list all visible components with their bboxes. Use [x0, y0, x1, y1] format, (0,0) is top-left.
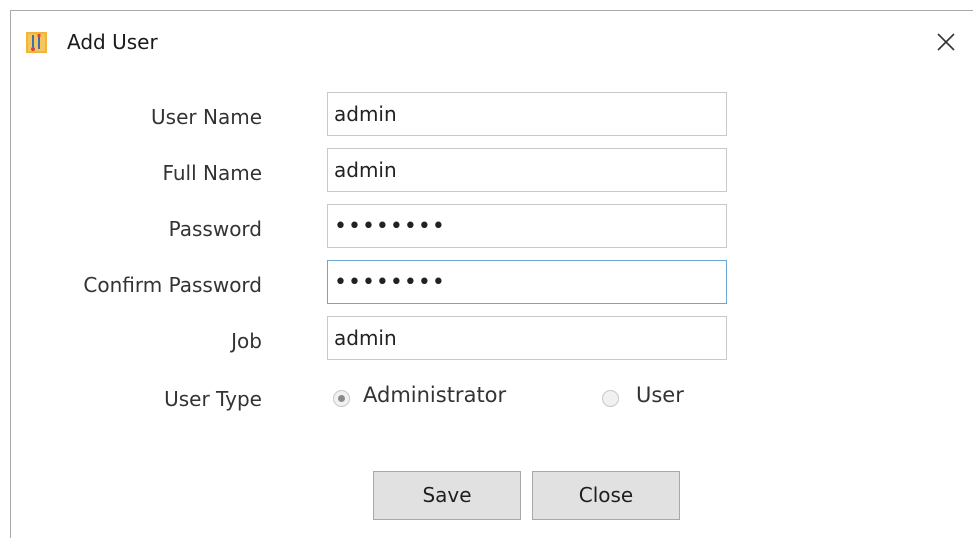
- confirm-password-label: Confirm Password: [83, 273, 262, 297]
- full-name-input[interactable]: [327, 148, 727, 192]
- user-name-label: User Name: [151, 105, 262, 129]
- administrator-radio-label[interactable]: Administrator: [363, 382, 506, 408]
- add-user-dialog: Add User User Name Full Name Password Co…: [10, 10, 973, 538]
- app-icon: [26, 32, 47, 53]
- user-radio-label[interactable]: User: [636, 382, 684, 408]
- confirm-password-input[interactable]: [327, 260, 727, 304]
- job-input[interactable]: [327, 316, 727, 360]
- title-bar: Add User: [11, 11, 973, 71]
- user-name-input[interactable]: [327, 92, 727, 136]
- close-button[interactable]: Close: [532, 471, 680, 520]
- job-label: Job: [231, 329, 262, 353]
- save-button[interactable]: Save: [373, 471, 521, 520]
- user-radio[interactable]: [602, 390, 619, 407]
- user-type-label: User Type: [164, 387, 262, 411]
- dialog-title: Add User: [67, 30, 158, 54]
- administrator-radio[interactable]: [333, 390, 350, 407]
- radio-selected-dot: [338, 395, 345, 402]
- close-icon[interactable]: [935, 31, 957, 53]
- password-label: Password: [168, 217, 262, 241]
- password-input[interactable]: [327, 204, 727, 248]
- full-name-label: Full Name: [162, 161, 262, 185]
